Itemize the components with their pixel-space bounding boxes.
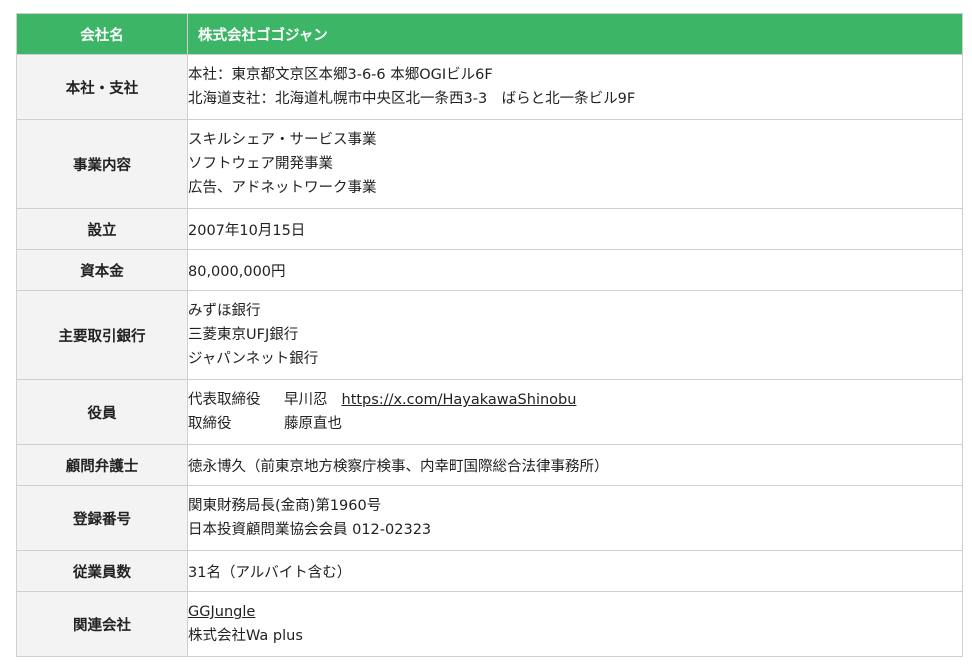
row-lawyer: 顧問弁護士 徳永博久（前東京地方検察庁検事、内幸町国際総合法律事務所） [16,444,963,486]
registration-line: 日本投資顧問業協会会員 012-02323 [188,522,432,538]
bank-line: 三菱東京UFJ銀行 [188,327,299,343]
capital-value: 80,000,000円 [187,249,963,291]
affiliates-label: 関連会社 [16,591,188,657]
business-value: スキルシェア・サービス事業 ソフトウェア開発事業 広告、アドネットワーク事業 [187,119,963,209]
row-employees: 従業員数 31名（アルバイト含む） [16,550,963,592]
lawyer-label: 顧問弁護士 [16,444,188,486]
row-banks: 主要取引銀行 みずほ銀行 三菱東京UFJ銀行 ジャパンネット銀行 [16,290,963,380]
ceo-x-link[interactable]: https://x.com/HayakawaShinobu [342,392,577,408]
row-founded: 設立 2007年10月15日 [16,208,963,250]
registration-value: 関東財務局長(金商)第1960号 日本投資顧問業協会会員 012-02323 [187,485,963,551]
employees-value: 31名（アルバイト含む） [187,550,963,592]
registration-label: 登録番号 [16,485,188,551]
header-row: 会社名 株式会社ゴゴジャン [16,13,963,55]
officer-name: 藤原直也 [284,416,342,432]
banks-label: 主要取引銀行 [16,290,188,380]
ggjungle-link[interactable]: GGJungle [188,604,255,620]
affiliate-line: 株式会社Wa plus [188,628,303,644]
founded-value: 2007年10月15日 [187,208,963,250]
banks-value: みずほ銀行 三菱東京UFJ銀行 ジャパンネット銀行 [187,290,963,380]
hq-label: 本社・支社 [16,54,188,120]
officers-value: 代表取締役 早川忍 https://x.com/HayakawaShinobu 取締… [187,379,963,445]
capital-label: 資本金 [16,249,188,291]
hq-value: 本社：東京都文京区本郷3-6-6 本郷OGIビル6F 北海道支社：北海道札幌市中… [187,54,963,120]
officer-role: 取締役 [188,416,232,432]
row-hq: 本社・支社 本社：東京都文京区本郷3-6-6 本郷OGIビル6F 北海道支社：北… [16,54,963,120]
officer-name: 早川忍 [284,392,328,408]
registration-line: 関東財務局長(金商)第1960号 [188,498,382,514]
company-name-label: 会社名 [16,13,188,55]
officer-line: 代表取締役 早川忍 https://x.com/HayakawaShinobu [188,388,962,412]
row-business: 事業内容 スキルシェア・サービス事業 ソフトウェア開発事業 広告、アドネットワー… [16,119,963,209]
company-name-value: 株式会社ゴゴジャン [187,13,963,55]
lawyer-value: 徳永博久（前東京地方検察庁検事、内幸町国際総合法律事務所） [187,444,963,486]
row-officers: 役員 代表取締役 早川忍 https://x.com/HayakawaShinobu… [16,379,963,445]
officer-line: 取締役 藤原直也 [188,412,962,436]
employees-label: 従業員数 [16,550,188,592]
business-line: ソフトウェア開発事業 [188,156,333,172]
officers-label: 役員 [16,379,188,445]
company-info-table: 会社名 株式会社ゴゴジャン 本社・支社 本社：東京都文京区本郷3-6-6 本郷O… [16,13,963,657]
affiliate-line: GGJungle [188,600,962,624]
bank-line: ジャパンネット銀行 [188,351,319,367]
row-registration: 登録番号 関東財務局長(金商)第1960号 日本投資顧問業協会会員 012-02… [16,485,963,551]
business-line: スキルシェア・サービス事業 [188,132,377,148]
business-label: 事業内容 [16,119,188,209]
bank-line: みずほ銀行 [188,303,261,319]
row-affiliates: 関連会社 GGJungle 株式会社Wa plus [16,591,963,657]
hq-line: 本社：東京都文京区本郷3-6-6 本郷OGIビル6F [188,67,493,83]
affiliates-value: GGJungle 株式会社Wa plus [187,591,963,657]
business-line: 広告、アドネットワーク事業 [188,180,377,196]
row-capital: 資本金 80,000,000円 [16,249,963,291]
officer-role: 代表取締役 [188,392,261,408]
founded-label: 設立 [16,208,188,250]
branch-line: 北海道支社：北海道札幌市中央区北一条西3-3 ばらと北一条ビル9F [188,91,636,107]
